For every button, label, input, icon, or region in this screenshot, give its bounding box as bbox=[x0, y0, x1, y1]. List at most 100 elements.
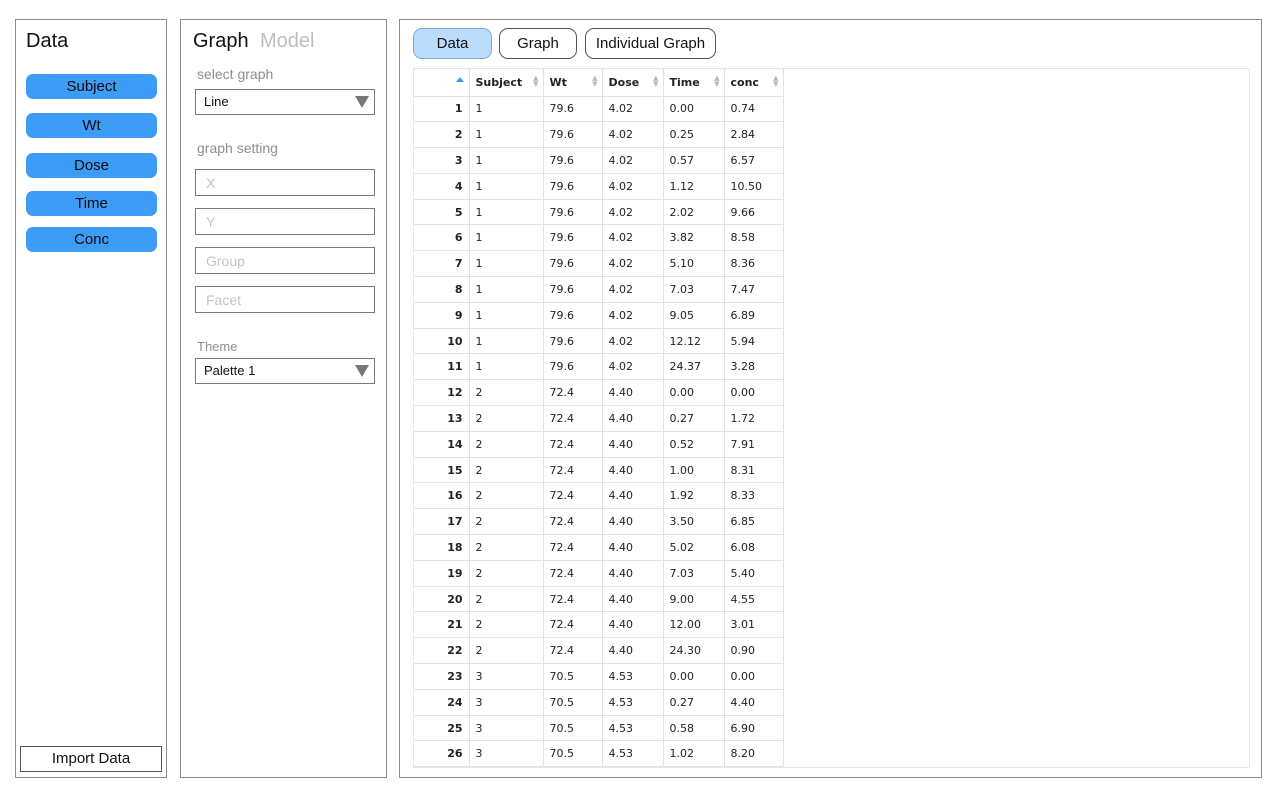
wt-cell: 79.6 bbox=[543, 276, 603, 303]
table-row[interactable]: 25 3 70.5 4.53 0.58 6.90 bbox=[414, 715, 784, 742]
time-cell: 3.50 bbox=[663, 508, 725, 536]
wt-cell: 72.4 bbox=[543, 508, 603, 536]
data-panel: Data Subject Wt Dose Time Conc Import Da… bbox=[15, 19, 167, 778]
wt-cell: 79.6 bbox=[543, 96, 603, 123]
column-header-conc[interactable]: conc ▲ ▼ bbox=[724, 69, 784, 97]
table-row[interactable]: 21 2 72.4 4.40 12.00 3.01 bbox=[414, 611, 784, 639]
table-row[interactable]: 18 2 72.4 4.40 5.02 6.08 bbox=[414, 534, 784, 561]
data-table-container[interactable]: Subject ▲ ▼ Wt ▲ ▼ Dose ▲ ▼ Time ▲ ▼ conc ▲ ▼ 1 1 79… bbox=[413, 68, 1250, 768]
table-row[interactable]: 17 2 72.4 4.40 3.50 6.85 bbox=[414, 508, 784, 536]
time-cell: 0.27 bbox=[663, 405, 725, 432]
subject-cell: 3 bbox=[469, 715, 544, 742]
time-cell: 5.10 bbox=[663, 250, 725, 278]
table-row[interactable]: 3 1 79.6 4.02 0.57 6.57 bbox=[414, 147, 784, 174]
dose-cell: 4.53 bbox=[602, 663, 664, 690]
dose-cell: 4.40 bbox=[602, 534, 664, 561]
column-header-dose[interactable]: Dose ▲ ▼ bbox=[602, 69, 664, 97]
table-row[interactable]: 22 2 72.4 4.40 24.30 0.90 bbox=[414, 637, 784, 665]
table-row[interactable]: 12 2 72.4 4.40 0.00 0.00 bbox=[414, 379, 784, 407]
table-row[interactable]: 24 3 70.5 4.53 0.27 4.40 bbox=[414, 689, 784, 716]
y-field[interactable] bbox=[195, 208, 375, 235]
table-row[interactable]: 1 1 79.6 4.02 0.00 0.74 bbox=[414, 96, 784, 123]
conc-cell: 8.58 bbox=[724, 224, 784, 252]
variable-button-subject[interactable]: Subject bbox=[26, 74, 157, 99]
table-row[interactable]: 20 2 72.4 4.40 9.00 4.55 bbox=[414, 586, 784, 613]
tab-graph[interactable]: Graph bbox=[499, 28, 577, 59]
row-index-cell: 16 bbox=[414, 482, 470, 510]
tab-graph-settings[interactable]: Graph bbox=[193, 30, 249, 53]
table-row[interactable]: 8 1 79.6 4.02 7.03 7.47 bbox=[414, 276, 784, 303]
tab-data[interactable]: Data bbox=[413, 28, 492, 59]
row-index-cell: 3 bbox=[414, 147, 470, 174]
subject-cell: 2 bbox=[469, 560, 544, 587]
subject-cell: 3 bbox=[469, 740, 544, 767]
dose-cell: 4.02 bbox=[602, 353, 664, 381]
table-row[interactable]: 4 1 79.6 4.02 1.12 10.50 bbox=[414, 173, 784, 200]
row-index-header[interactable] bbox=[414, 69, 470, 97]
facet-field[interactable] bbox=[195, 286, 375, 313]
table-row[interactable]: 26 3 70.5 4.53 1.02 8.20 bbox=[414, 740, 784, 767]
variable-button-dose[interactable]: Dose bbox=[26, 153, 157, 178]
time-cell: 0.25 bbox=[663, 121, 725, 149]
time-cell: 1.92 bbox=[663, 482, 725, 510]
time-cell: 1.12 bbox=[663, 173, 725, 200]
column-header-subject[interactable]: Subject ▲ ▼ bbox=[469, 69, 544, 97]
group-field[interactable] bbox=[195, 247, 375, 274]
variable-button-conc[interactable]: Conc bbox=[26, 227, 157, 252]
table-row[interactable]: 14 2 72.4 4.40 0.52 7.91 bbox=[414, 431, 784, 458]
table-row[interactable]: 19 2 72.4 4.40 7.03 5.40 bbox=[414, 560, 784, 587]
wt-cell: 72.4 bbox=[543, 457, 603, 484]
graph-type-select[interactable]: Line bbox=[195, 89, 375, 115]
import-data-button[interactable]: Import Data bbox=[20, 746, 162, 772]
conc-cell: 8.20 bbox=[724, 740, 784, 767]
row-index-cell: 7 bbox=[414, 250, 470, 278]
graph-settings-panel: Graph Model select graph Line graph sett… bbox=[180, 19, 387, 778]
subject-cell: 1 bbox=[469, 353, 544, 381]
column-header-time[interactable]: Time ▲ ▼ bbox=[663, 69, 725, 97]
time-cell: 9.05 bbox=[663, 302, 725, 329]
table-row[interactable]: 7 1 79.6 4.02 5.10 8.36 bbox=[414, 250, 784, 278]
subject-cell: 1 bbox=[469, 224, 544, 252]
dose-cell: 4.02 bbox=[602, 224, 664, 252]
table-row[interactable]: 15 2 72.4 4.40 1.00 8.31 bbox=[414, 457, 784, 484]
dose-cell: 4.40 bbox=[602, 586, 664, 613]
tab-model-settings[interactable]: Model bbox=[260, 30, 314, 53]
table-row[interactable]: 13 2 72.4 4.40 0.27 1.72 bbox=[414, 405, 784, 432]
table-row[interactable]: 16 2 72.4 4.40 1.92 8.33 bbox=[414, 482, 784, 510]
row-index-cell: 21 bbox=[414, 611, 470, 639]
conc-cell: 6.57 bbox=[724, 147, 784, 174]
column-header-wt[interactable]: Wt ▲ ▼ bbox=[543, 69, 603, 97]
table-row[interactable]: 9 1 79.6 4.02 9.05 6.89 bbox=[414, 302, 784, 329]
subject-cell: 1 bbox=[469, 302, 544, 329]
wt-cell: 79.6 bbox=[543, 250, 603, 278]
theme-select[interactable]: Palette 1 bbox=[195, 358, 375, 384]
conc-cell: 9.66 bbox=[724, 199, 784, 226]
conc-cell: 7.91 bbox=[724, 431, 784, 458]
x-field[interactable] bbox=[195, 169, 375, 196]
table-row[interactable]: 11 1 79.6 4.02 24.37 3.28 bbox=[414, 353, 784, 381]
time-cell: 0.57 bbox=[663, 147, 725, 174]
table-row[interactable]: 6 1 79.6 4.02 3.82 8.58 bbox=[414, 224, 784, 252]
wt-cell: 79.6 bbox=[543, 224, 603, 252]
time-cell: 0.58 bbox=[663, 715, 725, 742]
conc-cell: 4.55 bbox=[724, 586, 784, 613]
time-cell: 7.03 bbox=[663, 560, 725, 587]
dose-cell: 4.40 bbox=[602, 482, 664, 510]
variable-button-wt[interactable]: Wt bbox=[26, 113, 157, 138]
table-row[interactable]: 5 1 79.6 4.02 2.02 9.66 bbox=[414, 199, 784, 226]
variable-button-time[interactable]: Time bbox=[26, 191, 157, 216]
row-index-cell: 17 bbox=[414, 508, 470, 536]
subject-cell: 2 bbox=[469, 534, 544, 561]
wt-cell: 72.4 bbox=[543, 637, 603, 665]
subject-cell: 3 bbox=[469, 663, 544, 690]
time-cell: 0.00 bbox=[663, 379, 725, 407]
table-row[interactable]: 23 3 70.5 4.53 0.00 0.00 bbox=[414, 663, 784, 690]
data-panel-title: Data bbox=[26, 30, 69, 52]
dose-cell: 4.40 bbox=[602, 611, 664, 639]
table-row[interactable]: 10 1 79.6 4.02 12.12 5.94 bbox=[414, 328, 784, 355]
dose-cell: 4.02 bbox=[602, 328, 664, 355]
subject-cell: 2 bbox=[469, 405, 544, 432]
table-row[interactable]: 2 1 79.6 4.02 0.25 2.84 bbox=[414, 121, 784, 149]
tab-individual-graph[interactable]: Individual Graph bbox=[585, 28, 716, 59]
row-index-cell: 5 bbox=[414, 199, 470, 226]
